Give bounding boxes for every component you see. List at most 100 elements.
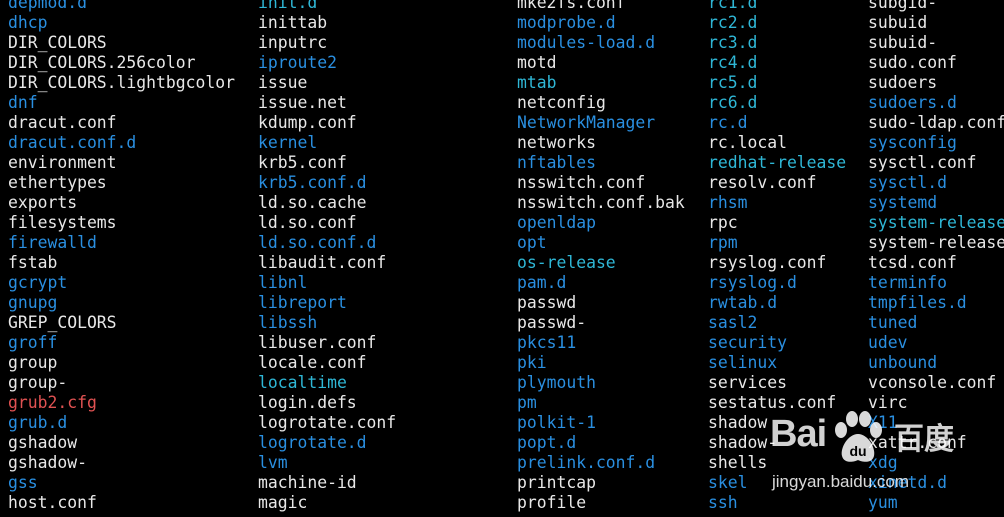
listing-entry: gshadow- xyxy=(8,453,87,472)
listing-entry: pkcs11 xyxy=(517,333,577,352)
listing-entry: subuid- xyxy=(868,33,938,52)
listing-entry: sudo-ldap.conf xyxy=(868,113,1004,132)
listing-entry: profile xyxy=(517,493,587,512)
listing-entry: group- xyxy=(8,373,68,392)
listing-entry: opt xyxy=(517,233,547,252)
listing-entry: libssh xyxy=(258,313,318,332)
listing-entry: dhcp xyxy=(8,13,48,32)
listing-entry: sudoers.d xyxy=(868,93,957,112)
listing-entry: yum xyxy=(868,493,898,512)
listing-entry: rpc xyxy=(708,213,738,232)
listing-entry: unbound xyxy=(868,353,938,372)
listing-column-4: rc1.d rc2.d rc3.d rc4.d rc5.d rc6.d rc.d rc.loc… xyxy=(708,0,846,513)
listing-entry: gnupg xyxy=(8,293,58,312)
listing-entry: machine-id xyxy=(258,473,357,492)
listing-entry: shadow xyxy=(708,413,768,432)
listing-entry: DIR_COLORS.256color xyxy=(8,53,196,72)
listing-entry: filesystems xyxy=(8,213,117,232)
listing-entry: sysconfig xyxy=(868,133,957,152)
listing-entry: system-release xyxy=(868,213,1004,232)
listing-entry: rc.d xyxy=(708,113,748,132)
listing-entry: subgid- xyxy=(868,0,938,12)
listing-entry: systemd xyxy=(868,193,938,212)
listing-entry: sysctl.d xyxy=(868,173,947,192)
listing-entry: logrotate.conf xyxy=(258,413,397,432)
listing-entry: openldap xyxy=(517,213,596,232)
listing-column-2: init.d inittab inputrc iproute2 issue issue.n… xyxy=(258,0,396,513)
listing-entry: udev xyxy=(868,333,908,352)
listing-entry: iproute2 xyxy=(258,53,337,72)
listing-entry: vconsole.conf xyxy=(868,373,997,392)
listing-entry: passwd xyxy=(517,293,577,312)
listing-entry: NetworkManager xyxy=(517,113,656,132)
listing-entry: krb5.conf xyxy=(258,153,347,172)
listing-entry: nftables xyxy=(517,153,596,172)
listing-column-3: mke2fs.conf modprobe.d modules-load.d motd m… xyxy=(517,0,685,513)
listing-entry: dracut.conf xyxy=(8,113,117,132)
listing-entry: security xyxy=(708,333,787,352)
listing-entry: locale.conf xyxy=(258,353,367,372)
listing-entry: ethertypes xyxy=(8,173,107,192)
listing-entry: resolv.conf xyxy=(708,173,817,192)
listing-entry: init.d xyxy=(258,0,318,12)
listing-entry: modprobe.d xyxy=(517,13,616,32)
listing-entry: sasl2 xyxy=(708,313,758,332)
listing-entry: mke2fs.conf xyxy=(517,0,626,12)
listing-entry: polkit-1 xyxy=(517,413,596,432)
listing-entry: kdump.conf xyxy=(258,113,357,132)
listing-entry: rc4.d xyxy=(708,53,758,72)
listing-entry: plymouth xyxy=(517,373,596,392)
listing-entry: issue xyxy=(258,73,308,92)
listing-entry: netconfig xyxy=(517,93,606,112)
listing-entry: nsswitch.conf xyxy=(517,173,646,192)
listing-entry: ld.so.conf xyxy=(258,213,357,232)
listing-entry: DIR_COLORS xyxy=(8,33,107,52)
listing-entry: rc1.d xyxy=(708,0,758,12)
listing-entry: gshadow xyxy=(8,433,78,452)
listing-entry: DIR_COLORS.lightbgcolor xyxy=(8,73,235,92)
listing-entry: networks xyxy=(517,133,596,152)
listing-entry: pam.d xyxy=(517,273,567,292)
listing-entry: prelink.conf.d xyxy=(517,453,656,472)
listing-entry: system-release xyxy=(868,233,1004,252)
listing-entry: shadow- xyxy=(708,433,778,452)
listing-entry: libaudit.conf xyxy=(258,253,387,272)
listing-entry: exports xyxy=(8,193,78,212)
listing-entry: os-release xyxy=(517,253,616,272)
listing-entry: localtime xyxy=(258,373,347,392)
listing-entry: kernel xyxy=(258,133,318,152)
terminal-window[interactable]: depmod.d dhcp DIR_COLORS DIR_COLORS.256colo… xyxy=(0,0,1004,517)
listing-entry: libnl xyxy=(258,273,308,292)
listing-entry: issue.net xyxy=(258,93,347,112)
listing-entry: xattr.conf xyxy=(868,433,967,452)
listing-entry: terminfo xyxy=(868,273,947,292)
listing-entry: inputrc xyxy=(258,33,328,52)
listing-entry: rc2.d xyxy=(708,13,758,32)
listing-entry: selinux xyxy=(708,353,778,372)
listing-entry: popt.d xyxy=(517,433,577,452)
listing-entry: skel xyxy=(708,473,748,492)
listing-entry: firewalld xyxy=(8,233,97,252)
listing-entry: passwd- xyxy=(517,313,587,332)
listing-entry: ssh xyxy=(708,493,738,512)
listing-entry: mtab xyxy=(517,73,557,92)
listing-entry: modules-load.d xyxy=(517,33,656,52)
listing-entry: lvm xyxy=(258,453,288,472)
listing-entry: gcrypt xyxy=(8,273,68,292)
listing-entry: nsswitch.conf.bak xyxy=(517,193,685,212)
listing-entry: rwtab.d xyxy=(708,293,778,312)
listing-entry: sudoers xyxy=(868,73,938,92)
listing-entry: X11 xyxy=(868,413,898,432)
listing-entry: host.conf xyxy=(8,493,97,512)
listing-entry: ld.so.conf.d xyxy=(258,233,377,252)
listing-entry: redhat-release xyxy=(708,153,847,172)
listing-entry: depmod.d xyxy=(8,0,87,12)
listing-entry: dracut.conf.d xyxy=(8,133,137,152)
listing-entry: sysctl.conf xyxy=(868,153,977,172)
listing-entry: rhsm xyxy=(708,193,748,212)
listing-entry: rsyslog.d xyxy=(708,273,797,292)
listing-entry: virc xyxy=(868,393,908,412)
listing-column-1: depmod.d dhcp DIR_COLORS DIR_COLORS.256colo… xyxy=(8,0,235,513)
listing-entry: rsyslog.conf xyxy=(708,253,827,272)
listing-entry: group xyxy=(8,353,58,372)
